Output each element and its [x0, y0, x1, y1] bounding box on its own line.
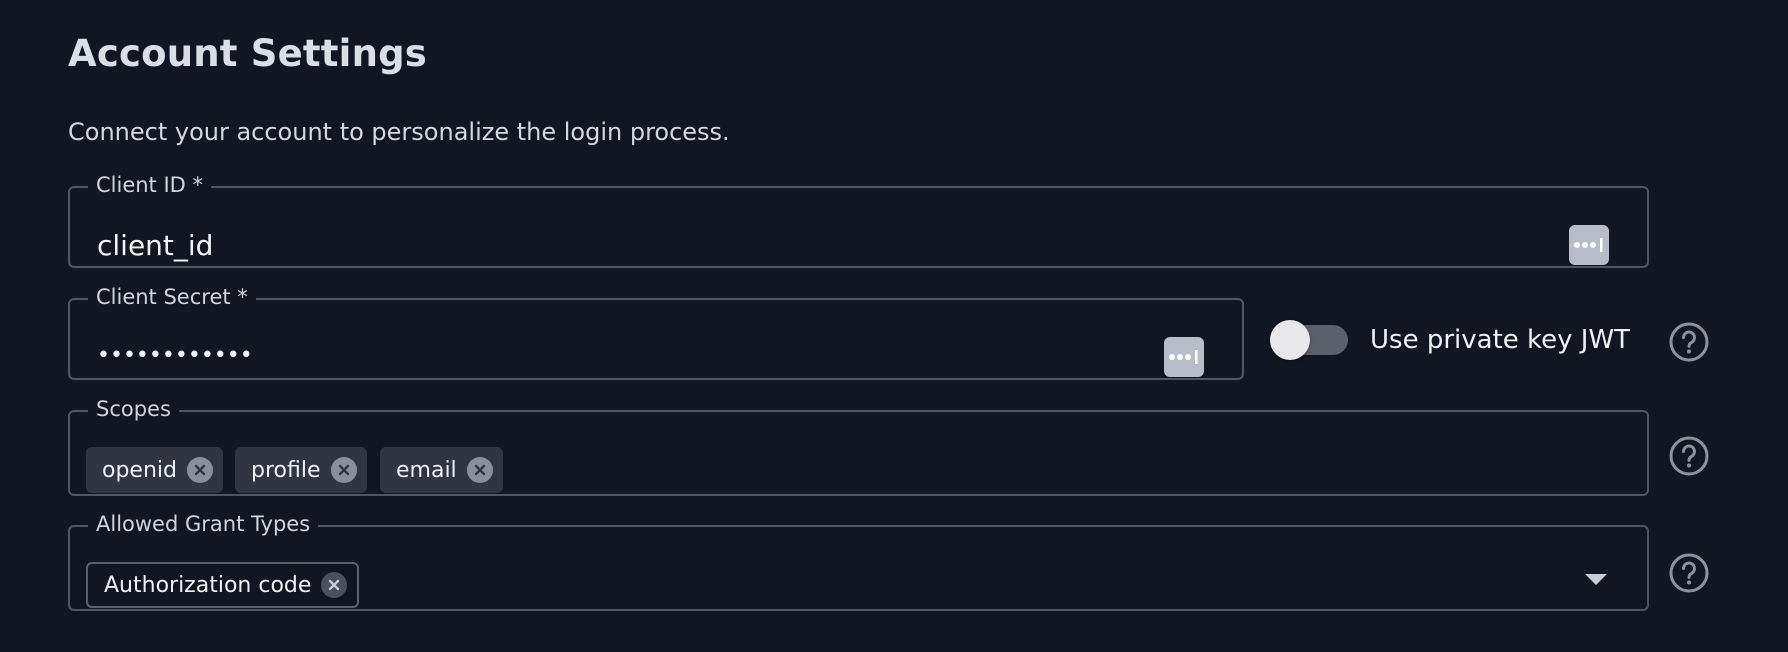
password-dots-icon — [1574, 238, 1603, 252]
scope-chip-openid: openid — [86, 447, 223, 493]
client-id-field[interactable]: Client ID * client_id — [68, 173, 1649, 268]
scope-chip-profile: profile — [235, 447, 367, 493]
chevron-down-icon[interactable] — [1585, 574, 1607, 585]
remove-chip-icon[interactable] — [186, 457, 213, 483]
help-icon[interactable] — [1668, 321, 1710, 363]
help-icon[interactable] — [1668, 552, 1710, 594]
password-dots-icon — [1169, 350, 1198, 364]
grant-type-chip-authorization-code: Authorization code — [86, 562, 360, 608]
chip-label: Authorization code — [104, 572, 312, 598]
close-icon — [474, 464, 485, 476]
close-icon — [329, 579, 340, 591]
password-manager-icon[interactable] — [1569, 225, 1609, 265]
client-id-value[interactable]: client_id — [97, 229, 213, 262]
chip-label: profile — [251, 457, 321, 483]
help-icon[interactable] — [1668, 435, 1710, 477]
account-settings-page: Account Settings Connect your account to… — [0, 0, 1788, 652]
grant-types-label: Allowed Grant Types — [96, 512, 311, 536]
page-title: Account Settings — [68, 32, 428, 75]
scopes-field[interactable]: Scopes openid profile email — [68, 397, 1649, 496]
private-key-jwt-label: Use private key JWT — [1370, 325, 1631, 355]
private-key-jwt-toggle[interactable] — [1270, 320, 1348, 360]
client-secret-value[interactable]: •••••••••••• — [97, 343, 253, 368]
scope-chip-email: email — [380, 447, 503, 493]
close-icon — [338, 464, 349, 476]
remove-chip-icon[interactable] — [330, 457, 357, 483]
remove-chip-icon[interactable] — [466, 457, 493, 483]
remove-chip-icon[interactable] — [321, 572, 348, 598]
toggle-knob — [1270, 320, 1310, 360]
password-manager-icon[interactable] — [1164, 337, 1204, 377]
close-icon — [194, 464, 206, 476]
client-id-label: Client ID * — [96, 173, 204, 197]
chip-label: openid — [102, 457, 177, 483]
scopes-label: Scopes — [96, 397, 171, 421]
chip-label: email — [396, 457, 457, 483]
page-subtitle: Connect your account to personalize the … — [68, 118, 730, 146]
client-secret-label: Client Secret * — [96, 285, 248, 309]
grant-types-field[interactable]: Allowed Grant Types Authorization code — [68, 512, 1649, 611]
client-secret-field[interactable]: Client Secret * •••••••••••• — [68, 285, 1244, 380]
